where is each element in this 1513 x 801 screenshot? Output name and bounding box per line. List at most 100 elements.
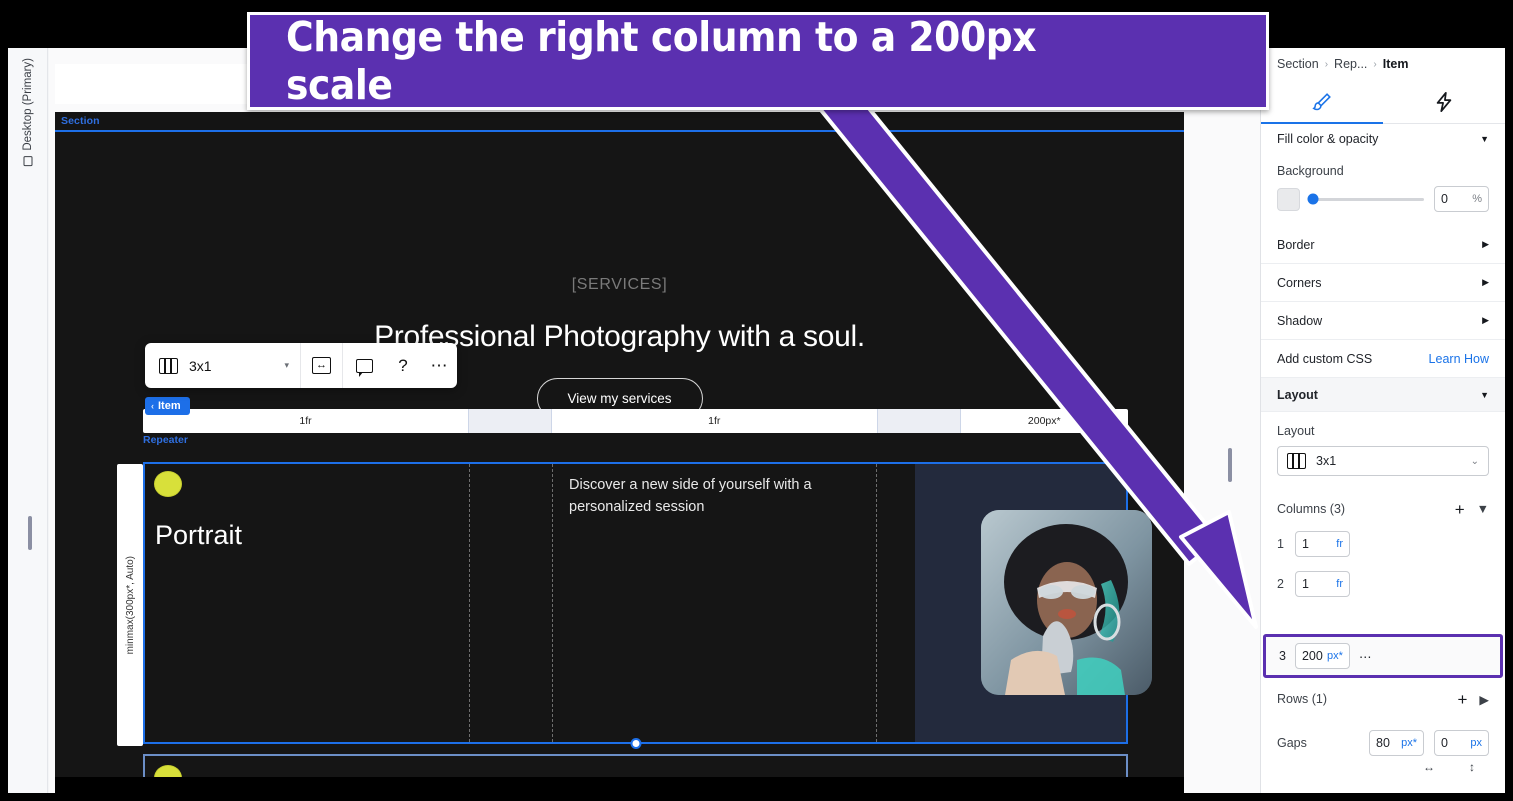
stage-bottom-bar	[55, 777, 1184, 793]
gap-column-unit: px*	[1401, 737, 1417, 749]
breadcrumb-sep-2: ›	[1373, 58, 1377, 70]
row-border-label: Border	[1277, 237, 1315, 252]
column-track-3-highlighted: 3 200 px* ⋯	[1263, 634, 1503, 678]
columns-header: Columns (3) + ▼	[1261, 494, 1505, 524]
add-column-button[interactable]: +	[1455, 501, 1465, 518]
chevron-down-icon[interactable]: ▼	[1477, 502, 1489, 516]
row-custom-css[interactable]: Add custom CSS Learn How	[1261, 340, 1505, 378]
column-size-value-3: 200	[1301, 649, 1323, 663]
repeater-item-selected[interactable]: Portrait Discover a new side of yourself…	[143, 462, 1152, 749]
row-shadow[interactable]: Shadow ▶	[1261, 302, 1505, 340]
row-border[interactable]: Border ▶	[1261, 226, 1505, 264]
background-controls: 0 %	[1277, 186, 1489, 212]
opacity-input[interactable]: 0 %	[1434, 186, 1489, 212]
opacity-unit: %	[1472, 193, 1482, 205]
breadcrumb-section[interactable]: Section	[1277, 57, 1319, 71]
column-ruler-gap-2[interactable]	[876, 409, 961, 433]
horizontal-arrow-icon: ↔	[1423, 760, 1435, 774]
inspector-panel: Section › Rep... › Item Fill color & opa…	[1260, 48, 1505, 793]
chevron-right-icon: ▶	[1482, 239, 1489, 249]
layout-section-header[interactable]: Layout ▼	[1261, 378, 1505, 412]
chevron-left-icon: ‹	[151, 401, 154, 411]
gap-column-input[interactable]: 80 px*	[1369, 730, 1424, 756]
opacity-value: 0	[1441, 192, 1448, 206]
background-color-swatch[interactable]	[1277, 187, 1300, 211]
gaps-row: Gaps 80 px* 0 px	[1261, 726, 1505, 756]
chevron-right-icon[interactable]: ▶	[1479, 692, 1489, 707]
column-ruler-seg-3[interactable]: 200px*	[961, 409, 1128, 433]
layout-section-title: Layout	[1277, 387, 1318, 402]
layout-select[interactable]: 3x1 ⌄	[1277, 446, 1489, 476]
opacity-slider[interactable]	[1307, 193, 1424, 205]
item-marker-dot	[155, 472, 181, 496]
gap-row-unit: px	[1470, 737, 1482, 749]
rows-header: Rows (1) + ▶	[1261, 684, 1505, 714]
row-corners[interactable]: Corners ▶	[1261, 264, 1505, 302]
column-index-1: 1	[1277, 537, 1284, 551]
help-icon: ?	[398, 355, 408, 375]
breadcrumb-item[interactable]: Item	[1383, 57, 1409, 71]
comment-icon	[355, 358, 373, 377]
background-label: Background	[1277, 164, 1344, 178]
toolbar-help-button[interactable]: ?	[385, 343, 421, 388]
opacity-slider-knob[interactable]	[1307, 193, 1319, 205]
column-size-input-3[interactable]: 200 px*	[1294, 643, 1350, 669]
column-ruler-seg-2[interactable]: 1fr	[552, 409, 877, 433]
item-description: Discover a new side of yourself with a p…	[569, 477, 812, 516]
column-ruler[interactable]: 1fr 1fr 200px*	[143, 409, 1128, 433]
background-group: Background 0 %	[1261, 154, 1505, 226]
portrait-illustration	[981, 510, 1152, 695]
add-row-button[interactable]: +	[1457, 691, 1467, 708]
tab-design[interactable]	[1261, 80, 1383, 124]
editor-window: Desktop (Primary) Section [SERVICES] Pro…	[8, 48, 1505, 793]
chevron-right-icon: ▶	[1482, 315, 1489, 325]
column-size-input-1[interactable]: 1 fr	[1295, 531, 1350, 557]
item-badge-label: Item	[158, 400, 181, 412]
column-size-unit-1: fr	[1336, 538, 1343, 550]
column-index-2: 2	[1277, 577, 1284, 591]
learn-how-link[interactable]: Learn How	[1429, 352, 1489, 366]
item-title: Portrait	[155, 520, 243, 550]
instruction-callout: Change the right column to a 200px scale	[247, 12, 1269, 110]
column-guide-2	[552, 464, 554, 742]
toolbar-comment-button[interactable]	[343, 343, 385, 388]
column-ruler-gap-1[interactable]	[468, 409, 552, 433]
column-index-3: 3	[1279, 649, 1286, 663]
breakpoint-rail: Desktop (Primary)	[8, 48, 48, 793]
app-root: Desktop (Primary) Section [SERVICES] Pro…	[0, 0, 1513, 801]
custom-css-label: Add custom CSS	[1277, 351, 1373, 366]
item-breadcrumb-badge[interactable]: ‹ Item	[145, 397, 190, 415]
section-frame: [SERVICES] Professional Photography with…	[55, 130, 1184, 793]
resize-icon	[312, 357, 331, 374]
toolbar-layout-value: 3x1	[189, 357, 212, 374]
toolbar-layout-select[interactable]: 3x1 ▾	[145, 343, 301, 388]
breakpoint-desktop[interactable]: Desktop (Primary)	[12, 58, 44, 167]
column-track-2: 2 1 fr	[1261, 564, 1505, 604]
column-size-input-2[interactable]: 1 fr	[1295, 571, 1350, 597]
toolbar-resize-button[interactable]	[301, 343, 343, 388]
chevron-down-icon: ▼	[1480, 134, 1489, 144]
fill-section-header[interactable]: Fill color & opacity ▼	[1261, 124, 1505, 154]
repeater-label: Repeater	[143, 434, 188, 446]
column-more-icon-3[interactable]: ⋯	[1359, 649, 1372, 664]
columns-icon	[1287, 453, 1306, 469]
hero-eyebrow: [SERVICES]	[571, 276, 668, 293]
columns-icon	[159, 357, 178, 374]
element-toolbar: 3x1 ▾ ? ⋯	[145, 343, 457, 388]
gap-row-input[interactable]: 0 px	[1434, 730, 1489, 756]
brush-icon	[1312, 92, 1331, 110]
instruction-text: Change the right column to a 200px scale	[286, 13, 1037, 109]
rail-drag-handle[interactable]	[28, 516, 32, 550]
row-size-text: minmax(300px*, Auto)	[124, 555, 136, 655]
canvas-stage: Section [SERVICES] Professional Photogra…	[55, 112, 1184, 793]
chevron-down-icon: ▾	[284, 360, 289, 370]
tab-interactions[interactable]	[1383, 80, 1505, 123]
column-guide-1	[468, 464, 470, 742]
canvas-drag-handle[interactable]	[1228, 448, 1232, 482]
selection-resize-handle[interactable]	[630, 738, 641, 749]
column-ruler-seg-1[interactable]: 1fr	[143, 409, 468, 433]
canvas-viewport: Section [SERVICES] Professional Photogra…	[49, 48, 1260, 793]
row-size-label[interactable]: minmax(300px*, Auto)	[117, 464, 143, 746]
toolbar-more-button[interactable]: ⋯	[421, 343, 457, 388]
breadcrumb-repeater[interactable]: Rep...	[1334, 57, 1367, 71]
